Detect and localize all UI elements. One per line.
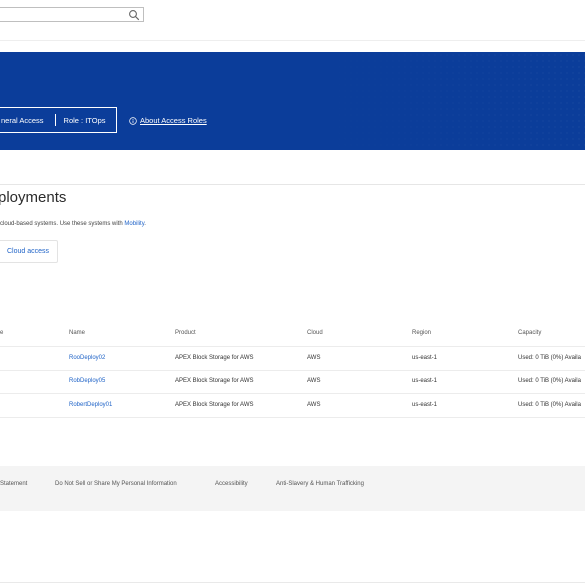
deployment-name-link[interactable]: RobertDeploy01 bbox=[69, 402, 112, 408]
mobility-link[interactable]: Mobility bbox=[124, 221, 144, 227]
cloud-cell: AWS bbox=[307, 378, 321, 384]
role-separator bbox=[54, 114, 56, 126]
page-description: cloud-based systems. Use these systems w… bbox=[0, 221, 146, 227]
page-title: ployments bbox=[0, 189, 67, 206]
column-header-region[interactable]: Region bbox=[412, 330, 431, 336]
row-divider bbox=[0, 393, 585, 394]
footer-link-accessibility[interactable]: Accessibility bbox=[215, 481, 248, 487]
bottom-divider bbox=[0, 582, 585, 583]
description-text: cloud-based systems. Use these systems w… bbox=[0, 221, 125, 227]
product-cell: APEX Block Storage for AWS bbox=[175, 402, 254, 408]
product-cell: APEX Block Storage for AWS bbox=[175, 355, 254, 361]
search-input[interactable] bbox=[0, 7, 144, 22]
description-end: . bbox=[144, 221, 146, 227]
region-cell: us-east-1 bbox=[412, 378, 438, 384]
footer: Statement Do Not Sell or Share My Person… bbox=[0, 466, 585, 511]
about-access-roles-link[interactable]: About Access Roles bbox=[129, 116, 207, 125]
table-header-divider bbox=[0, 346, 585, 347]
region-cell: us-east-1 bbox=[412, 402, 438, 408]
capacity-cell: Used: 0 TiB (0%) Availa bbox=[518, 378, 581, 384]
access-label: neral Access bbox=[1, 115, 44, 125]
role-label: Role : ITOps bbox=[63, 115, 106, 125]
footer-link-statement[interactable]: Statement bbox=[0, 481, 27, 487]
deployment-name-link[interactable]: RobDeploy05 bbox=[69, 378, 105, 384]
section-divider bbox=[0, 184, 585, 185]
access-role-box: neral Access Role : ITOps bbox=[0, 107, 117, 133]
capacity-cell: Used: 0 TiB (0%) Availa bbox=[518, 355, 581, 361]
info-icon bbox=[129, 116, 137, 125]
row-divider bbox=[0, 370, 585, 371]
search-icon[interactable] bbox=[128, 9, 140, 21]
footer-link-do-not-sell[interactable]: Do Not Sell or Share My Personal Informa… bbox=[55, 481, 177, 487]
capacity-cell: Used: 0 TiB (0%) Availa bbox=[518, 402, 581, 408]
product-cell: APEX Block Storage for AWS bbox=[175, 378, 254, 384]
row-divider bbox=[0, 417, 585, 418]
hero-banner-overlay bbox=[0, 52, 585, 150]
deployment-name-link[interactable]: RooDeploy02 bbox=[69, 355, 105, 361]
column-header-product[interactable]: Product bbox=[175, 330, 196, 336]
column-header-type[interactable]: e bbox=[0, 330, 3, 336]
cloud-cell: AWS bbox=[307, 402, 321, 408]
cloud-cell: AWS bbox=[307, 355, 321, 361]
column-header-capacity[interactable]: Capacity bbox=[518, 330, 541, 336]
cloud-access-button[interactable]: Cloud access bbox=[0, 240, 58, 263]
footer-link-anti-slavery[interactable]: Anti-Slavery & Human Trafficking bbox=[276, 481, 364, 487]
column-header-cloud[interactable]: Cloud bbox=[307, 330, 323, 336]
top-bar bbox=[0, 0, 585, 41]
about-access-roles-label: About Access Roles bbox=[140, 116, 207, 125]
region-cell: us-east-1 bbox=[412, 355, 438, 361]
column-header-name[interactable]: Name bbox=[69, 330, 85, 336]
